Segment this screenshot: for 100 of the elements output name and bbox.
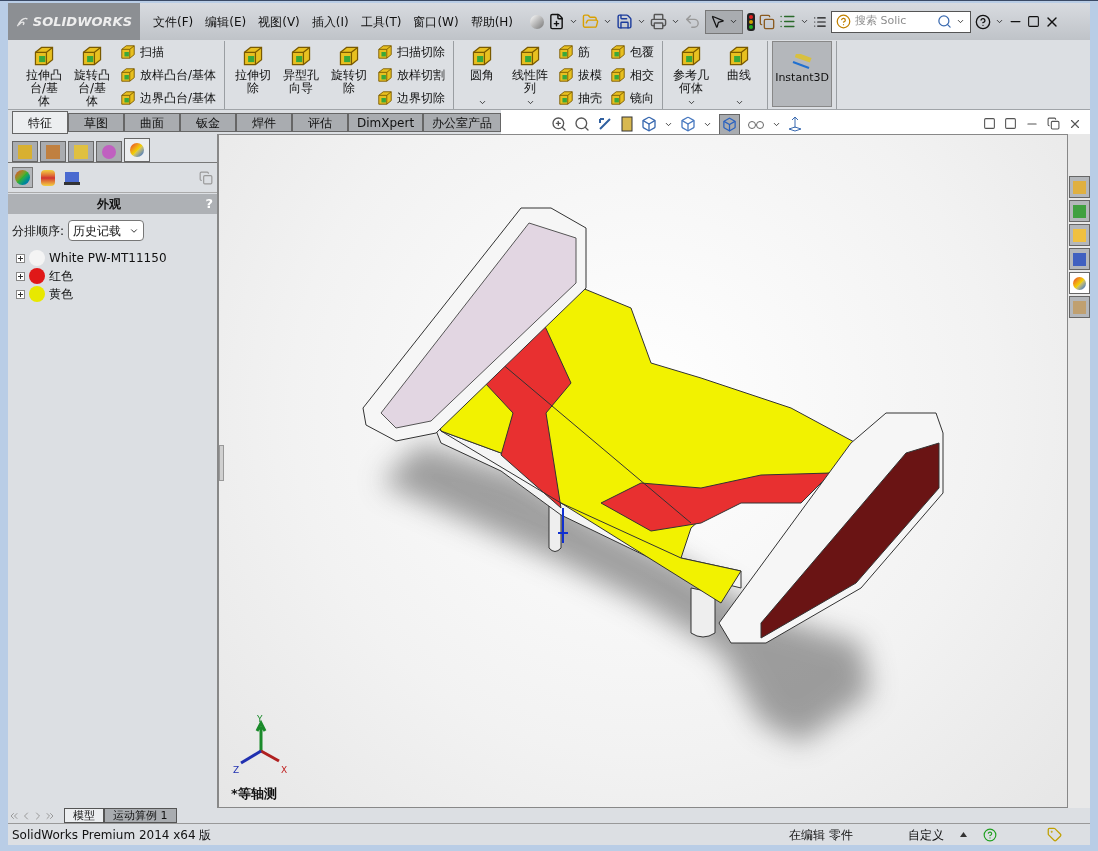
- view-orientation-icon[interactable]: [641, 116, 658, 132]
- panel-tab[interactable]: [12, 141, 38, 162]
- ribbon-button[interactable]: 异型孔向导: [277, 41, 326, 107]
- window-tile-icon[interactable]: [983, 117, 996, 130]
- restore-icon[interactable]: [1047, 117, 1060, 130]
- command-tab[interactable]: 评估: [292, 113, 348, 132]
- splitter-grip[interactable]: [219, 445, 224, 481]
- expand-icon[interactable]: [16, 289, 25, 299]
- menu-item[interactable]: 窗口(W): [408, 8, 464, 35]
- search-icon: [937, 14, 953, 29]
- panel-tab[interactable]: [96, 141, 122, 162]
- sort-label: 分排顺序:: [12, 222, 65, 240]
- caret-icon[interactable]: [569, 17, 579, 26]
- appearance-item[interactable]: 红色: [49, 267, 73, 285]
- menu-item[interactable]: 插入(I): [306, 8, 354, 35]
- bottom-tab[interactable]: 运动算例 1: [104, 808, 177, 823]
- ribbon-button[interactable]: 拔模: [558, 65, 603, 85]
- instant3d-button[interactable]: Instant3D: [772, 41, 833, 107]
- cube-icon: [519, 45, 542, 67]
- search-field[interactable]: 搜索 Solic: [831, 10, 972, 33]
- maximize-icon[interactable]: [1027, 15, 1041, 28]
- caret-icon[interactable]: [637, 17, 647, 26]
- ribbon-button[interactable]: 放样凸台/基体: [120, 65, 217, 85]
- caret-icon[interactable]: [995, 17, 1005, 26]
- ribbon-button[interactable]: 拉伸切除: [229, 41, 278, 107]
- command-tab[interactable]: 特征: [12, 111, 68, 134]
- ribbon-button[interactable]: 圆角: [458, 41, 507, 107]
- ribbon-button[interactable]: 扫描切除: [377, 42, 446, 62]
- status-mode: 在编辑 零件: [789, 826, 853, 844]
- ribbon-button[interactable]: 旋转切除: [325, 41, 374, 107]
- select-button[interactable]: [705, 9, 744, 34]
- menu-item[interactable]: 工具(T): [355, 8, 407, 35]
- command-tab[interactable]: 草图: [68, 113, 124, 132]
- ribbon-button[interactable]: 镜向: [610, 88, 655, 108]
- ribbon-button[interactable]: 筋: [558, 42, 603, 62]
- command-tab[interactable]: 办公室产品: [423, 113, 502, 132]
- zoom-icon[interactable]: [551, 116, 568, 132]
- task-pane-tab[interactable]: [1068, 296, 1090, 318]
- menu-item[interactable]: 编辑(E): [200, 8, 252, 35]
- panel-tab[interactable]: [40, 141, 66, 162]
- panel-title: 外观: [95, 196, 122, 213]
- menu-item[interactable]: 文件(F): [148, 8, 199, 35]
- status-product: SolidWorks Premium 2014 x64 版: [12, 826, 212, 844]
- printer-icon[interactable]: [650, 13, 668, 30]
- ribbon-button[interactable]: 边界切除: [377, 88, 446, 108]
- window-tile-icon[interactable]: [1004, 117, 1017, 130]
- cube-icon: [471, 45, 494, 67]
- caret-icon[interactable]: [603, 17, 613, 26]
- ribbon-button[interactable]: 包覆: [610, 42, 655, 62]
- zoom-area-icon[interactable]: [574, 116, 591, 132]
- help-icon: [836, 14, 852, 29]
- expand-icon[interactable]: [16, 271, 25, 281]
- ribbon-button[interactable]: 边界凸台/基体: [120, 88, 217, 108]
- sort-dropdown[interactable]: 历史记载: [68, 220, 145, 241]
- command-tab[interactable]: 焊件: [236, 113, 292, 132]
- ribbon-button[interactable]: 放样切割: [377, 65, 446, 85]
- ribbon-button[interactable]: 线性阵列: [506, 41, 555, 107]
- cube-icon: [242, 45, 265, 67]
- search-input[interactable]: 搜索 Solic: [855, 13, 934, 30]
- traffic-light-icon[interactable]: [747, 12, 756, 31]
- caret-icon[interactable]: [800, 17, 810, 26]
- ribbon-button[interactable]: 参考几何体: [667, 41, 716, 107]
- appearance-item[interactable]: White PW-MT11150: [49, 249, 167, 267]
- status-units[interactable]: 自定义: [908, 825, 944, 844]
- task-pane-tab[interactable]: [1068, 248, 1090, 270]
- glasses-icon[interactable]: [747, 118, 766, 130]
- task-pane-tab[interactable]: [1068, 224, 1090, 246]
- ribbon-button[interactable]: 拉伸凸台/基体: [20, 41, 68, 107]
- caret-icon[interactable]: [671, 17, 681, 26]
- ribbon-button[interactable]: 抽壳: [558, 88, 603, 108]
- ribbon-button[interactable]: 扫描: [120, 42, 217, 62]
- panel-tab[interactable]: [124, 138, 150, 162]
- save-icon[interactable]: [616, 13, 634, 30]
- panel-tab[interactable]: [68, 141, 94, 162]
- ribbon-button[interactable]: 旋转凸台/基体: [68, 41, 116, 107]
- list-icon[interactable]: [779, 13, 797, 30]
- new-document-icon[interactable]: [548, 13, 566, 30]
- cube-icon: [610, 90, 627, 106]
- cube-icon: [610, 67, 627, 83]
- previous-view-icon[interactable]: [597, 116, 614, 132]
- command-tab[interactable]: 钣金: [180, 113, 236, 132]
- task-pane-tab[interactable]: [1068, 272, 1090, 294]
- task-pane-tab[interactable]: [1068, 200, 1090, 222]
- task-pane-tab[interactable]: [1068, 176, 1090, 198]
- display-style-icon[interactable]: [680, 116, 697, 132]
- toolbar-overflow-icon[interactable]: [813, 14, 828, 29]
- menu-item[interactable]: 视图(V): [253, 8, 305, 35]
- command-tab[interactable]: 曲面: [124, 113, 180, 132]
- menu-item[interactable]: 帮助(H): [465, 8, 519, 35]
- ribbon-button[interactable]: 相交: [610, 65, 655, 85]
- help-icon[interactable]: [975, 13, 992, 30]
- bottom-tab[interactable]: 模型: [64, 808, 104, 823]
- ribbon-button[interactable]: 曲线: [715, 41, 764, 107]
- caret-icon[interactable]: [960, 832, 967, 837]
- expand-icon[interactable]: [16, 253, 25, 263]
- shaded-view-button[interactable]: [719, 113, 741, 135]
- close-icon[interactable]: [1068, 117, 1082, 131]
- command-tab[interactable]: DimXpert: [348, 113, 424, 132]
- cube-icon: [558, 90, 575, 106]
- appearance-item[interactable]: 黄色: [49, 285, 73, 303]
